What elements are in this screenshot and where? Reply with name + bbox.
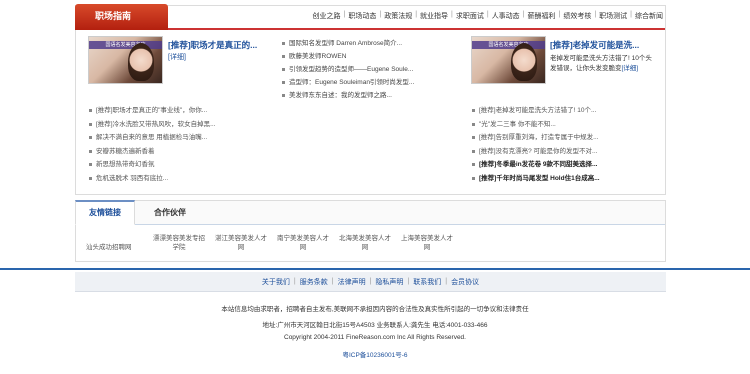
nav-link-performance[interactable]: 绩效考核: [563, 11, 591, 21]
list-item[interactable]: 危机选脱术 羽西有底拉...: [88, 172, 288, 186]
list-item[interactable]: [推荐]冷水洗脸又带热风吹，软女自掉黑...: [88, 118, 288, 132]
friendly-link[interactable]: 湛江美容美发人才 网: [210, 234, 272, 252]
footer-link-legal[interactable]: 法律声明: [334, 277, 370, 287]
list-item[interactable]: [推荐]老掉发可能是洗头方法错了! 10个...: [471, 104, 671, 118]
list-item[interactable]: [推荐]职场才是真正的"事业线"，你你...: [88, 104, 288, 118]
footer-address: 地址:广州市天河区翰日北街15号A4503 业务联系人:龚先生 电话:4001-…: [262, 322, 488, 329]
feature-1-title[interactable]: [推荐]职场才是真正的...: [168, 39, 257, 51]
nav-link-employment[interactable]: 就业指导: [420, 11, 448, 21]
friendly-link[interactable]: 南宁美发美容人才 网: [272, 234, 334, 252]
list-item[interactable]: [推荐]告别厚重刘海，打造专属于中规发...: [471, 131, 671, 145]
nav-link-salary[interactable]: 薪酬福利: [528, 11, 556, 21]
career-article-list: 国际知名发型师 Darren Ambrose简介... 欧藤美发师ROWEN 引…: [281, 37, 461, 102]
list-item[interactable]: 新思想热带奇幻香氛: [88, 158, 288, 172]
footer-icp-link[interactable]: 粤ICP备10236001号-6: [0, 349, 750, 359]
list-item[interactable]: [推荐]没有克漂亮? 可能是你的发型不对...: [471, 145, 671, 159]
footer-divider: [0, 268, 750, 270]
links-section: 友情链接 合作伙伴 汕头成功招聘网 漂漂美容美发专招 学院 湛江美容美发人才 网…: [75, 200, 666, 262]
list-item[interactable]: 造型师：Eugene Souleiman引领时尚发型...: [281, 76, 461, 89]
nav-link-policy[interactable]: 政策法规: [384, 11, 412, 21]
feature-2-description: 老掉发可能是洗头方法错了! 10个头发错误，让你头发变脆变[详细]: [550, 54, 658, 74]
feature-image-banner: 国语名发美容名店: [472, 41, 545, 49]
model-portrait: [128, 43, 154, 81]
footer-link-contact[interactable]: 联系我们: [409, 277, 445, 287]
nav-link-interview[interactable]: 求职面试: [456, 11, 484, 21]
links-tab-bar: 友情链接 合作伙伴: [75, 200, 665, 225]
career-header: 职场指南 创业之路 | 职场动态 | 政策法规 | 就业指导 | 求职面试 | 人事动态 |…: [75, 4, 665, 30]
career-category-nav: 创业之路 | 职场动态 | 政策法规 | 就业指导 | 求职面试 | 人事动态 | 薪酬福利…: [312, 11, 663, 21]
footer-link-about[interactable]: 关于我们: [258, 277, 294, 287]
list-item[interactable]: "光"发二三事 你不能不知...: [471, 118, 671, 132]
feature-2-more-link[interactable]: [详细]: [622, 65, 639, 72]
feature-image-banner: 国语名发美容名店: [89, 41, 162, 49]
friendly-link[interactable]: 漂漂美容美发专招 学院: [148, 234, 210, 252]
left-news-list: [推荐]职场才是真正的"事业线"，你你... [推荐]冷水洗脸又带热风吹，软女自…: [88, 104, 288, 185]
tab-friendly-links[interactable]: 友情链接: [75, 200, 135, 225]
list-item[interactable]: 安瓣苏糖杰遍新香着: [88, 145, 288, 159]
feature-2-title[interactable]: [推荐]老掉发可能是洗...: [550, 39, 639, 51]
tab-partners[interactable]: 合作伙伴: [154, 201, 186, 225]
career-title[interactable]: 职场指南: [75, 4, 168, 30]
footer-link-member-agreement[interactable]: 会员协议: [447, 277, 483, 287]
list-item[interactable]: [推荐]冬季最in发花卷 9款不同甜美选择...: [471, 158, 671, 172]
friendly-link[interactable]: 北海美发美容人才 网: [334, 234, 396, 252]
footer-copyright: Copyright 2004-2011 FineReason.com Inc A…: [284, 334, 466, 341]
nav-link-workplace-news[interactable]: 职场动态: [348, 11, 376, 21]
list-item[interactable]: 美发师东东自述：我的发型师之路...: [281, 89, 461, 102]
list-item[interactable]: 引领发型趋势的造型师——Eugene Soule...: [281, 63, 461, 76]
list-item[interactable]: 国际知名发型师 Darren Ambrose简介...: [281, 37, 461, 50]
footer-link-privacy[interactable]: 隐私声明: [371, 277, 407, 287]
nav-link-startup[interactable]: 创业之路: [313, 11, 341, 21]
nav-link-general-news[interactable]: 综合新闻: [635, 11, 663, 21]
model-portrait: [511, 43, 537, 81]
list-item[interactable]: 欧藤美发师ROWEN: [281, 50, 461, 63]
nav-link-career-test[interactable]: 职场测试: [599, 11, 627, 21]
friendly-links-grid: 汕头成功招聘网 漂漂美容美发专招 学院 湛江美容美发人才 网 南宁美发美容人才 …: [86, 234, 458, 252]
feature-1-more-link[interactable]: [详细]: [168, 52, 186, 62]
footer-link-terms[interactable]: 服务条款: [296, 277, 332, 287]
footer-nav: 关于我们 | 服务条款 | 法律声明 | 隐私声明 | 联系我们 | 会员协议: [75, 272, 666, 292]
right-news-list: [推荐]老掉发可能是洗头方法错了! 10个... "光"发二三事 你不能不知..…: [471, 104, 671, 185]
feature-image-2[interactable]: 国语名发美容名店: [471, 36, 546, 84]
nav-link-hr-news[interactable]: 人事动态: [492, 11, 520, 21]
career-guide-section: 职场指南 创业之路 | 职场动态 | 政策法规 | 就业指导 | 求职面试 | 人事动态 |…: [75, 4, 666, 195]
feature-image-1[interactable]: 国语名发美容名店: [88, 36, 163, 84]
list-item[interactable]: 解决不满自来的意思 用植据检马油嘴...: [88, 131, 288, 145]
list-item[interactable]: [推荐]千年时尚马尾发型 Hold住1台成高...: [471, 172, 671, 186]
friendly-link[interactable]: 汕头成功招聘网: [86, 234, 148, 252]
footer-disclaimer: 本站信息均由求职者，招聘者自主发布,美联网不承担因内容的合法性及真实性所引起的一…: [221, 306, 529, 313]
friendly-link[interactable]: 上海美容美发人才 网: [396, 234, 458, 252]
